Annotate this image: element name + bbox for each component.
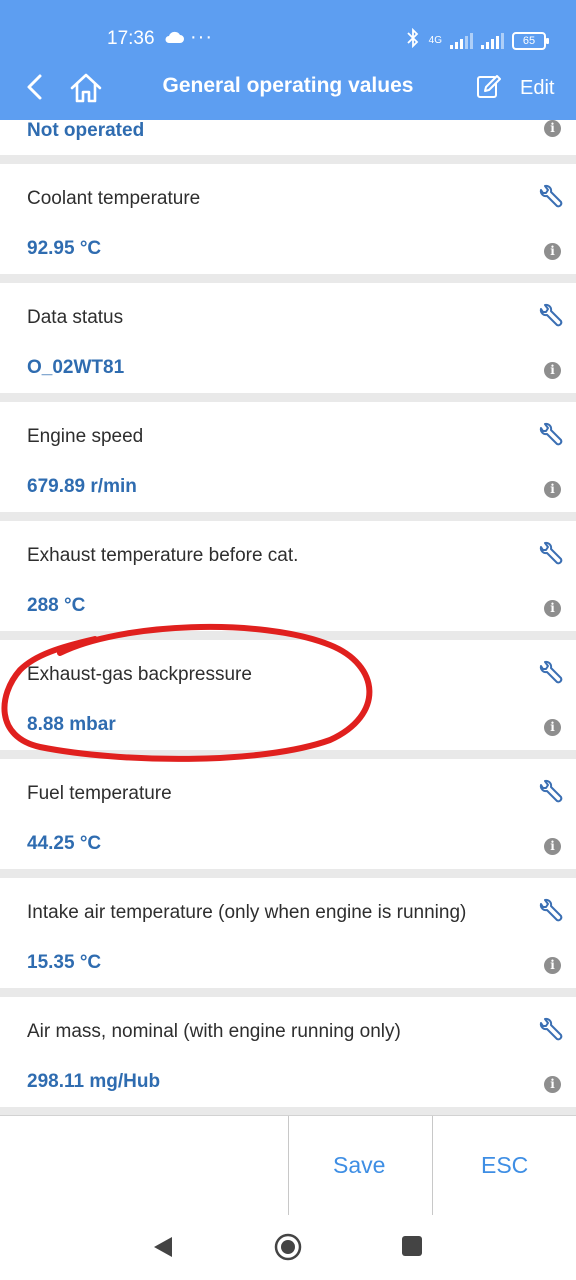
divider (432, 1116, 433, 1216)
row-label: Coolant temperature (27, 188, 201, 209)
row-label: Intake air temperature (only when engine… (27, 902, 467, 923)
row-label: Exhaust-gas backpressure (27, 664, 252, 685)
list-item[interactable]: Intake air temperature (only when engine… (0, 878, 576, 988)
row-value: 288 °C (27, 595, 86, 616)
wrench-icon[interactable] (537, 422, 565, 450)
info-icon[interactable]: i (544, 481, 561, 498)
edit-button[interactable]: Edit (520, 77, 554, 100)
row-label: Engine speed (27, 426, 144, 447)
cloud-icon (164, 30, 184, 49)
row-value: 15.35 °C (27, 952, 102, 973)
status-time: 17:36 (107, 28, 155, 49)
list-item[interactable]: Coolant temperature 92.95 °C i (0, 164, 576, 274)
row-value: 8.88 mbar (27, 714, 116, 735)
list-item[interactable]: Fuel temperature 44.25 °C i (0, 759, 576, 869)
wrench-icon[interactable] (537, 660, 565, 688)
list-item[interactable]: Data status O_02WT81 i (0, 283, 576, 393)
list-item[interactable]: Exhaust-gas backpressure 8.88 mbar i (0, 640, 576, 750)
info-icon[interactable]: i (544, 1076, 561, 1093)
action-bar: Save ESC (0, 1115, 576, 1216)
esc-button[interactable]: ESC (481, 1152, 528, 1179)
battery-icon: 65 (512, 31, 549, 50)
row-label: Air mass, nominal (with engine running o… (27, 1021, 401, 1042)
info-icon[interactable]: i (544, 243, 561, 260)
signal-icon-2 (481, 32, 504, 49)
edit-icon[interactable] (476, 73, 502, 101)
wrench-icon[interactable] (537, 898, 565, 926)
list-item[interactable]: Exhaust temperature before cat. 288 °C i (0, 521, 576, 631)
row-label: Data status (27, 307, 124, 328)
nav-home-icon[interactable] (273, 1232, 303, 1262)
signal-icon (450, 32, 473, 49)
row-value: 92.95 °C (27, 238, 102, 259)
info-icon[interactable]: i (544, 957, 561, 974)
wrench-icon[interactable] (537, 1017, 565, 1045)
wrench-icon[interactable] (537, 541, 565, 569)
status-icons: 4G 65 (405, 27, 549, 53)
row-value: 679.89 r/min (27, 476, 137, 497)
wrench-icon[interactable] (537, 184, 565, 212)
list-item-partial[interactable]: Not operated i (0, 120, 576, 155)
status-more-dots: ··· (190, 26, 213, 48)
list-item[interactable]: Air mass, nominal (with engine running o… (0, 997, 576, 1107)
bluetooth-icon (405, 27, 421, 53)
nav-recent-icon[interactable] (401, 1235, 423, 1257)
divider (288, 1116, 289, 1216)
row-label: Fuel temperature (27, 783, 172, 804)
info-icon[interactable]: i (544, 719, 561, 736)
row-label: Exhaust temperature before cat. (27, 545, 299, 566)
info-icon[interactable]: i (544, 362, 561, 379)
wrench-icon[interactable] (537, 303, 565, 331)
list-item[interactable]: Engine speed 679.89 r/min i (0, 402, 576, 512)
save-button[interactable]: Save (333, 1152, 385, 1179)
info-icon[interactable]: i (544, 838, 561, 855)
info-icon[interactable]: i (544, 600, 561, 617)
row-value: 298.11 mg/Hub (27, 1071, 161, 1092)
info-icon[interactable]: i (544, 120, 561, 137)
value-text: Not operated (27, 120, 145, 141)
row-value: 44.25 °C (27, 833, 102, 854)
wrench-icon[interactable] (537, 779, 565, 807)
header: 17:36 ··· 4G 65 General operating values… (0, 0, 576, 120)
network-type: 4G (428, 35, 442, 46)
nav-back-icon[interactable] (152, 1235, 174, 1259)
system-nav-bar (0, 1215, 576, 1280)
row-value: O_02WT81 (27, 357, 125, 378)
